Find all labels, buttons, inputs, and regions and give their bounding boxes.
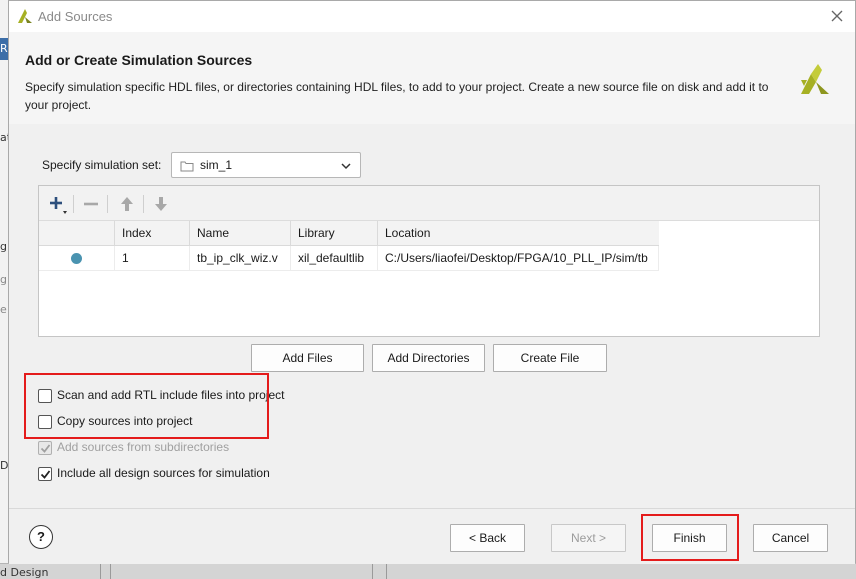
background-fragment: g	[0, 240, 7, 253]
row-library-cell: xil_defaultlib	[291, 246, 378, 271]
add-directories-button[interactable]: Add Directories	[372, 344, 485, 372]
simulation-set-value: sim_1	[200, 158, 233, 172]
background-app-bottom	[0, 563, 856, 579]
background-fragment: g	[0, 273, 7, 286]
page-description: Specify simulation specific HDL files, o…	[25, 80, 769, 112]
dialog-header: Add or Create Simulation Sources Specify…	[9, 32, 855, 124]
create-file-button[interactable]: Create File	[493, 344, 607, 372]
background-app-panel	[0, 0, 8, 579]
highlight-box-finish	[641, 514, 739, 561]
cancel-button[interactable]: Cancel	[753, 524, 828, 552]
simulation-set-label: Specify simulation set:	[42, 158, 162, 172]
include-design-sources-checkbox[interactable]	[38, 467, 52, 481]
help-button[interactable]: ?	[29, 525, 53, 549]
table-header-row: Index Name Library Location	[39, 221, 659, 246]
include-design-sources-label: Include all design sources for simulatio…	[57, 466, 270, 480]
checkmark-icon	[40, 444, 51, 453]
toolbar-divider	[73, 195, 74, 213]
highlight-box-options	[24, 373, 269, 439]
status-dot-icon	[71, 253, 82, 264]
column-header-library[interactable]: Library	[291, 221, 378, 246]
background-fragment: d Design	[0, 566, 49, 579]
move-down-icon[interactable]	[149, 192, 173, 216]
column-header-location[interactable]: Location	[378, 221, 659, 246]
dialog-title: Add Sources	[38, 9, 113, 24]
folder-icon	[180, 161, 194, 172]
toolbar-divider	[107, 195, 108, 213]
dialog-body: Specify simulation set: sim_1 Index Name…	[9, 124, 855, 508]
page-title: Add or Create Simulation Sources	[25, 52, 253, 68]
move-up-icon[interactable]	[115, 192, 139, 216]
background-fragment: e	[0, 303, 7, 316]
back-button[interactable]: < Back	[450, 524, 525, 552]
remove-icon[interactable]	[79, 192, 103, 216]
row-location-cell: C:/Users/liaofei/Desktop/FPGA/10_PLL_IP/…	[378, 246, 659, 271]
dialog-footer: ? < Back Next > Finish Cancel	[9, 508, 855, 564]
row-index-cell: 1	[115, 246, 190, 271]
title-bar: Add Sources	[9, 1, 855, 32]
column-header-name[interactable]: Name	[190, 221, 291, 246]
chevron-down-icon	[341, 163, 351, 170]
sources-table-panel: Index Name Library Location 1 tb_ip_clk_…	[38, 185, 820, 337]
row-status-cell	[39, 246, 115, 271]
sources-toolbar	[39, 186, 819, 221]
add-files-button[interactable]: Add Files	[251, 344, 364, 372]
toolbar-divider	[143, 195, 144, 213]
xilinx-logo-icon	[801, 64, 829, 94]
row-name-cell: tb_ip_clk_wiz.v	[190, 246, 291, 271]
simulation-set-dropdown[interactable]: sim_1	[171, 152, 361, 178]
add-subdirectories-checkbox	[38, 441, 52, 455]
add-sources-dialog: Add Sources Add or Create Simulation Sou…	[8, 0, 856, 564]
column-header-status[interactable]	[39, 221, 115, 246]
column-header-index[interactable]: Index	[115, 221, 190, 246]
checkmark-icon	[40, 470, 51, 479]
add-subdirectories-label: Add sources from subdirectories	[57, 440, 230, 454]
background-fragment: R	[0, 42, 8, 55]
close-icon[interactable]	[829, 8, 845, 24]
vivado-logo-icon	[18, 9, 32, 23]
add-icon[interactable]	[45, 192, 69, 216]
table-row[interactable]: 1 tb_ip_clk_wiz.v xil_defaultlib C:/User…	[39, 246, 659, 271]
next-button: Next >	[551, 524, 626, 552]
